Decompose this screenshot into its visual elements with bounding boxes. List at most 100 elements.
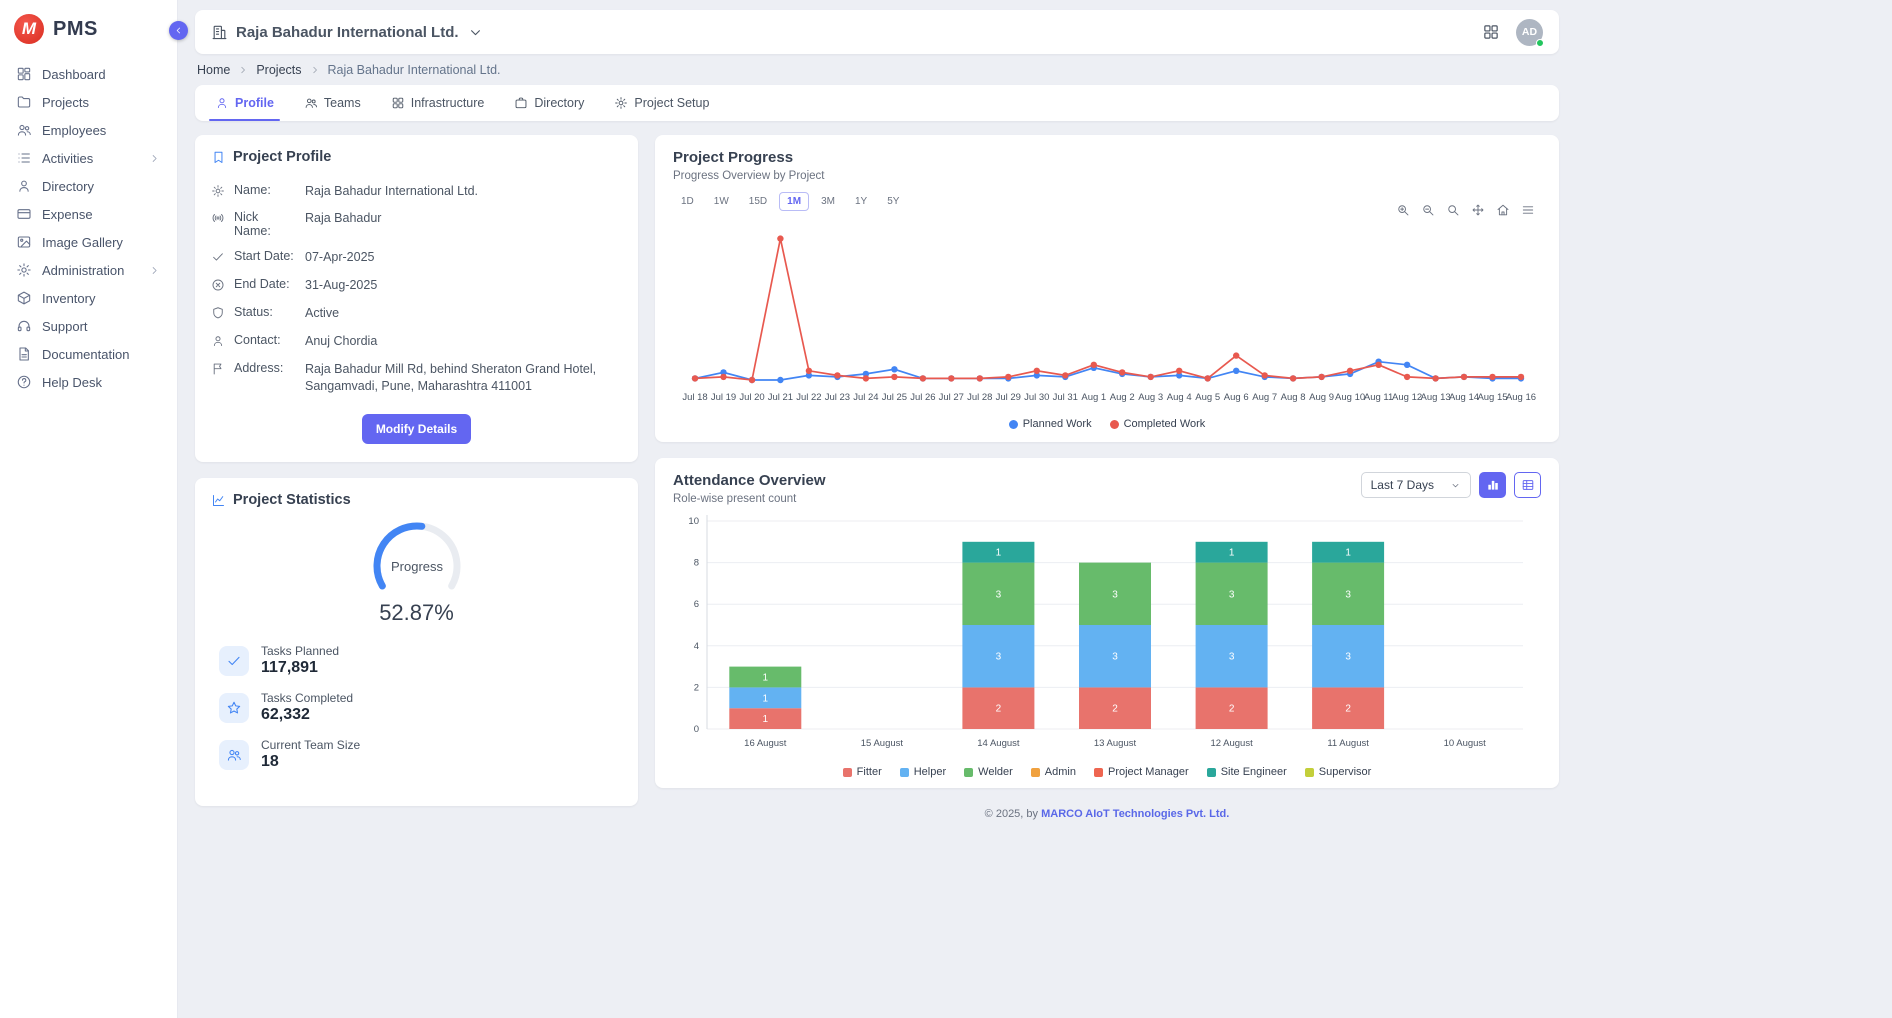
attendance-bar-chart[interactable]: 024681011116 August15 August233114 Augus… xyxy=(673,509,1541,761)
tab-directory[interactable]: Directory xyxy=(504,85,594,121)
profile-field-nick-name: Nick Name:Raja Bahadur xyxy=(211,205,622,244)
breadcrumb-item[interactable]: Home xyxy=(197,63,230,77)
svg-text:3: 3 xyxy=(1229,589,1235,600)
stat-current-team-size: Current Team Size18 xyxy=(219,738,622,771)
tab-teams[interactable]: Teams xyxy=(294,85,371,121)
legend-item-welder[interactable]: Welder xyxy=(964,766,1013,778)
logo[interactable]: M PMS xyxy=(0,10,177,60)
pan-icon[interactable] xyxy=(1471,203,1485,217)
chart-view-toggle[interactable] xyxy=(1479,472,1506,498)
tab-infrastructure[interactable]: Infrastructure xyxy=(381,85,495,121)
stat-icon-box xyxy=(219,693,249,723)
chart-icon xyxy=(211,493,226,508)
legend-marker xyxy=(964,768,973,777)
attendance-controls: Last 7 Days xyxy=(1361,472,1541,498)
svg-text:12 August: 12 August xyxy=(1210,738,1253,749)
tab-profile[interactable]: Profile xyxy=(205,85,284,121)
user-icon xyxy=(215,96,229,110)
progress-gauge: Progress 52.87% xyxy=(211,520,622,626)
stat-value: 62,332 xyxy=(261,706,353,724)
chevron-right-icon xyxy=(148,264,161,277)
sidebar-item-administration[interactable]: Administration xyxy=(0,256,177,284)
svg-text:Aug 3: Aug 3 xyxy=(1138,392,1163,403)
svg-text:Aug 11: Aug 11 xyxy=(1364,392,1393,403)
svg-text:Aug 2: Aug 2 xyxy=(1110,392,1135,403)
sidebar-item-support[interactable]: Support xyxy=(0,312,177,340)
zoom-in-icon[interactable] xyxy=(1396,203,1410,217)
progress-line-chart[interactable]: Jul 18Jul 19Jul 20Jul 21Jul 22Jul 23Jul … xyxy=(673,215,1541,413)
legend-item-completed-work[interactable]: Completed Work xyxy=(1110,418,1206,430)
sidebar-item-dashboard[interactable]: Dashboard xyxy=(0,60,177,88)
zoom-out-icon[interactable] xyxy=(1421,203,1435,217)
sidebar-item-inventory[interactable]: Inventory xyxy=(0,284,177,312)
main-content: Raja Bahadur International Ltd. AD Home P… xyxy=(178,0,1892,1018)
table-view-toggle[interactable] xyxy=(1514,472,1541,498)
sidebar-item-label: Dashboard xyxy=(42,67,106,81)
tab-label: Project Setup xyxy=(634,96,709,110)
sidebar-item-label: Expense xyxy=(42,207,93,221)
svg-text:Aug 5: Aug 5 xyxy=(1195,392,1220,403)
legend-item-admin[interactable]: Admin xyxy=(1031,766,1076,778)
sidebar: M PMS Dashboard ProjectsEmployeesActiviti… xyxy=(0,0,178,1018)
legend-item-project-manager[interactable]: Project Manager xyxy=(1094,766,1189,778)
tab-label: Infrastructure xyxy=(411,96,485,110)
range-1y[interactable]: 1Y xyxy=(847,192,875,211)
chevron-down-icon xyxy=(1450,480,1461,491)
app-root: M PMS DashboardProjectsEmployeesActiviti… xyxy=(0,0,1892,1018)
field-label: End Date: xyxy=(234,277,296,291)
breadcrumb-item[interactable]: Projects xyxy=(256,63,301,77)
svg-text:Aug 6: Aug 6 xyxy=(1224,392,1249,403)
range-5y[interactable]: 5Y xyxy=(879,192,907,211)
tabs-bar: Profile Teams Infrastructure Directory Proje… xyxy=(195,85,1559,121)
chevron-down-icon xyxy=(467,24,484,41)
range-1w[interactable]: 1W xyxy=(706,192,737,211)
tab-project-setup[interactable]: Project Setup xyxy=(604,85,719,121)
sidebar-item-documentation[interactable]: Documentation xyxy=(0,340,177,368)
svg-text:Jul 28: Jul 28 xyxy=(967,392,992,403)
range-1m[interactable]: 1M xyxy=(779,192,809,211)
footer-text: © 2025, by xyxy=(985,808,1041,820)
svg-text:2: 2 xyxy=(1112,704,1118,715)
range-1d[interactable]: 1D xyxy=(673,192,702,211)
date-range-select[interactable]: Last 7 Days xyxy=(1361,472,1471,498)
statistics-card-title: Project Statistics xyxy=(233,492,351,508)
broadcast-icon xyxy=(211,211,225,225)
svg-text:1: 1 xyxy=(763,714,769,725)
chevron-left-icon xyxy=(173,25,184,36)
svg-text:11 August: 11 August xyxy=(1327,738,1369,749)
stat-label: Tasks Planned xyxy=(261,644,339,658)
footer-link[interactable]: MARCO AIoT Technologies Pvt. Ltd. xyxy=(1041,808,1229,820)
range-15d[interactable]: 15D xyxy=(741,192,775,211)
sidebar-item-activities[interactable]: Activities xyxy=(0,144,177,172)
sidebar-item-directory[interactable]: Directory xyxy=(0,172,177,200)
sidebar-item-help-desk[interactable]: Help Desk xyxy=(0,368,177,396)
svg-text:1: 1 xyxy=(996,548,1002,559)
sidebar-item-image-gallery[interactable]: Image Gallery xyxy=(0,228,177,256)
sidebar-item-projects[interactable]: Projects xyxy=(0,88,177,116)
legend-label: Site Engineer xyxy=(1221,766,1287,778)
svg-text:3: 3 xyxy=(1229,652,1235,663)
sidebar-item-employees[interactable]: Employees xyxy=(0,116,177,144)
legend-item-site-engineer[interactable]: Site Engineer xyxy=(1207,766,1287,778)
profile-field-address: Address:Raja Bahadur Mill Rd, behind She… xyxy=(211,355,622,400)
sidebar-collapse-button[interactable] xyxy=(169,21,188,40)
legend-item-planned-work[interactable]: Planned Work xyxy=(1009,418,1092,430)
company-selector[interactable]: Raja Bahadur International Ltd. xyxy=(211,24,484,41)
legend-item-fitter[interactable]: Fitter xyxy=(843,766,882,778)
user-avatar[interactable]: AD xyxy=(1516,19,1543,46)
apps-icon xyxy=(391,96,405,110)
range-3m[interactable]: 3M xyxy=(813,192,843,211)
legend-item-helper[interactable]: Helper xyxy=(900,766,946,778)
apps-menu-button[interactable] xyxy=(1482,23,1500,41)
home-icon[interactable] xyxy=(1496,203,1510,217)
svg-text:3: 3 xyxy=(996,589,1002,600)
svg-text:3: 3 xyxy=(1112,589,1118,600)
sidebar-item-expense[interactable]: Expense xyxy=(0,200,177,228)
sidebar-item-label: Help Desk xyxy=(42,375,102,389)
project-statistics-card: Project Statistics Progress 52.87% Tasks… xyxy=(195,478,638,806)
legend-item-supervisor[interactable]: Supervisor xyxy=(1305,766,1372,778)
zoom-icon[interactable] xyxy=(1446,203,1460,217)
legend-marker xyxy=(1031,768,1040,777)
modify-details-button[interactable]: Modify Details xyxy=(362,414,471,444)
menu-icon[interactable] xyxy=(1521,203,1535,217)
